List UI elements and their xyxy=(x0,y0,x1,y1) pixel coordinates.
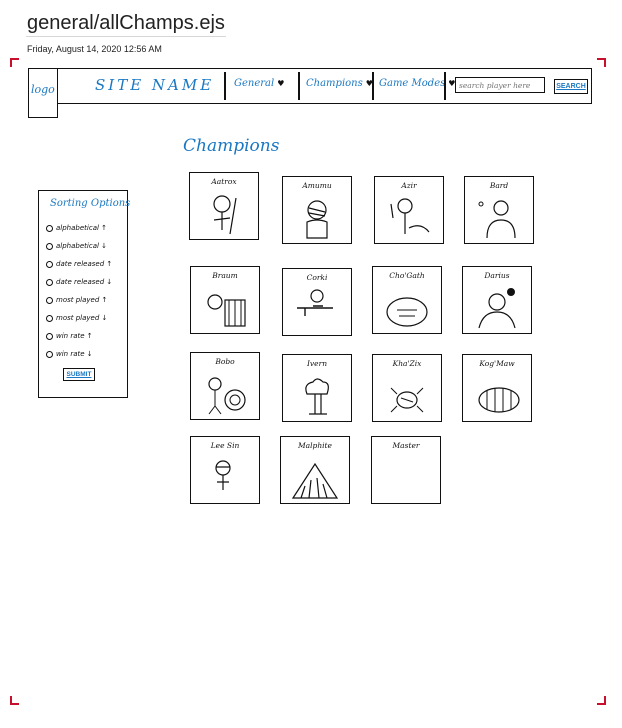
sort-option-label: win rate ↑ xyxy=(56,332,93,340)
search-button[interactable]: SEARCH xyxy=(554,79,588,94)
champion-portrait-icon xyxy=(208,377,246,415)
nav-item-label: Champions xyxy=(306,78,363,89)
sort-option-label: win rate ↓ xyxy=(56,350,93,358)
champion-portrait-icon xyxy=(478,288,516,329)
champion-portrait-icon xyxy=(390,387,424,413)
champion-portrait-icon xyxy=(386,297,428,327)
logo-label: logo xyxy=(31,83,55,96)
sort-option[interactable]: most played ↑ xyxy=(46,296,107,304)
frame-corner-top-right xyxy=(597,58,606,67)
champion-portrait-icon xyxy=(306,200,328,239)
champion-name: Azir xyxy=(401,181,417,190)
champion-card[interactable]: Azir xyxy=(374,176,444,244)
site-name[interactable]: SITE NAME xyxy=(95,76,214,94)
sort-option-label: date released ↑ xyxy=(56,260,113,268)
radio-icon[interactable] xyxy=(46,314,53,322)
champion-card[interactable]: Corki xyxy=(282,268,352,336)
champion-name: Ivern xyxy=(306,359,328,368)
chevron-down-icon: ♥ xyxy=(277,79,285,88)
champion-name: Malphite xyxy=(297,441,333,450)
champion-card[interactable]: Bard xyxy=(464,176,534,244)
sort-option-label: date released ↓ xyxy=(56,278,113,286)
search-input[interactable] xyxy=(455,77,545,93)
sort-option-label: alphabetical ↓ xyxy=(56,242,108,250)
champion-name: Kha'Zix xyxy=(392,359,422,368)
section-heading: Champions xyxy=(183,136,280,156)
nav-divider xyxy=(372,72,374,100)
champion-portrait-icon xyxy=(213,195,237,235)
sort-option[interactable]: date released ↓ xyxy=(46,278,112,286)
nav-item-label: Game Modes xyxy=(379,78,446,89)
champion-card[interactable]: Malphite xyxy=(280,436,350,504)
champion-name: Bobo xyxy=(215,357,235,366)
logo[interactable]: logo xyxy=(28,68,58,118)
champion-portrait-icon xyxy=(207,294,246,327)
nav-divider xyxy=(224,72,226,100)
champion-portrait-icon xyxy=(297,289,333,316)
title-divider xyxy=(26,36,226,37)
sort-option-label: alphabetical ↑ xyxy=(56,224,108,232)
champion-name: Kog'Maw xyxy=(479,359,515,368)
sort-option[interactable]: alphabetical ↑ xyxy=(46,224,107,232)
frame-corner-bottom-right xyxy=(597,696,606,705)
sort-option[interactable]: win rate ↓ xyxy=(46,350,93,358)
radio-icon[interactable] xyxy=(46,332,53,340)
nav-item-general[interactable]: General ♥ xyxy=(234,78,284,89)
frame-corner-bottom-left xyxy=(10,696,19,705)
champion-card[interactable]: Lee Sin xyxy=(190,436,260,504)
champion-card[interactable]: Kog'Maw xyxy=(462,354,532,422)
champion-card[interactable]: Amumu xyxy=(282,176,352,244)
sort-option[interactable]: alphabetical ↓ xyxy=(46,242,107,250)
champion-name: Cho'Gath xyxy=(389,271,425,280)
champion-name: Amumu xyxy=(302,181,332,190)
radio-icon[interactable] xyxy=(46,242,53,250)
champion-portrait-icon xyxy=(390,198,430,234)
champion-card[interactable]: Cho'Gath xyxy=(372,266,442,334)
champion-name: Master xyxy=(392,441,420,450)
radio-icon[interactable] xyxy=(46,260,53,268)
sorting-title: Sorting Options xyxy=(50,198,131,209)
champion-portrait-icon xyxy=(291,462,339,499)
champion-card[interactable]: Darius xyxy=(462,266,532,334)
champion-portrait-icon xyxy=(305,378,329,415)
nav-item-champions[interactable]: Champions ♥ xyxy=(306,78,373,89)
frame-corner-top-left xyxy=(10,58,19,67)
sort-option-label: most played ↑ xyxy=(56,296,108,304)
sort-option[interactable]: most played ↓ xyxy=(46,314,107,322)
champion-portrait-icon xyxy=(478,387,520,413)
champion-card[interactable]: Aatrox xyxy=(189,172,259,240)
sort-option[interactable]: win rate ↑ xyxy=(46,332,93,340)
submit-button[interactable]: SUBMIT xyxy=(63,368,95,381)
champion-name: Lee Sin xyxy=(210,441,240,450)
champion-card[interactable]: Master xyxy=(371,436,441,504)
sort-option[interactable]: date released ↑ xyxy=(46,260,112,268)
page-title: general/allChamps.ejs xyxy=(27,12,225,34)
nav-item-label: General xyxy=(234,78,275,89)
nav-divider xyxy=(298,72,300,100)
radio-icon[interactable] xyxy=(46,350,53,358)
champion-card[interactable]: Braum xyxy=(190,266,260,334)
sort-option-label: most played ↓ xyxy=(56,314,108,322)
champion-name: Darius xyxy=(484,271,510,280)
champion-portrait-icon xyxy=(215,460,231,490)
champion-name: Bard xyxy=(489,181,509,190)
radio-icon[interactable] xyxy=(46,296,53,304)
champion-name: Braum xyxy=(212,271,238,280)
champion-card[interactable]: Kha'Zix xyxy=(372,354,442,422)
champion-name: Corki xyxy=(306,273,328,282)
nav-divider xyxy=(444,72,446,100)
champion-card[interactable]: Bobo xyxy=(190,352,260,420)
champion-portrait-icon xyxy=(478,200,516,239)
champion-name: Aatrox xyxy=(211,177,237,186)
radio-icon[interactable] xyxy=(46,278,53,286)
champion-card[interactable]: Ivern xyxy=(282,354,352,422)
timestamp: Friday, August 14, 2020 12:56 AM xyxy=(27,44,162,54)
sorting-panel xyxy=(38,190,128,398)
radio-icon[interactable] xyxy=(46,224,53,232)
